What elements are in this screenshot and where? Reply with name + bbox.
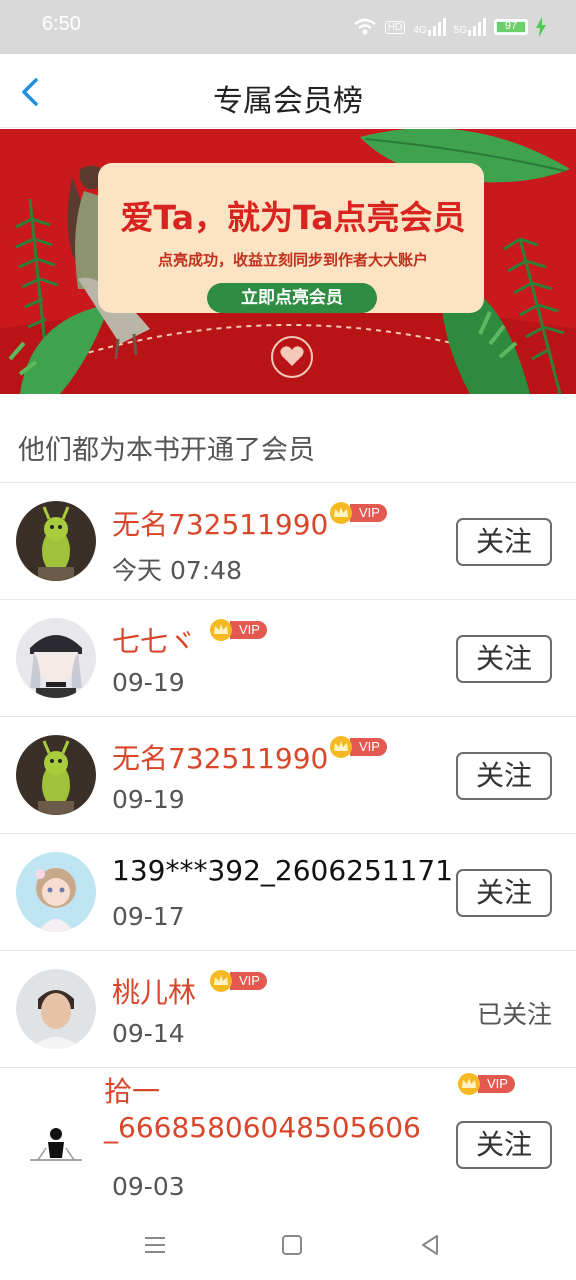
signal-5g-icon: 5G xyxy=(454,18,486,36)
page-title: 专属会员榜 xyxy=(213,84,363,119)
follow-button[interactable]: 关注 xyxy=(456,752,552,800)
menu-icon[interactable] xyxy=(140,1230,170,1260)
promo-banner[interactable]: 爱Ta，就为Ta点亮会员 点亮成功，收益立刻同步到作者大大账户 立即点亮会员 xyxy=(0,129,576,394)
heart-seal-icon xyxy=(271,336,313,378)
crown-icon xyxy=(210,970,232,992)
member-date: 09-14 xyxy=(112,1019,185,1048)
follow-button[interactable]: 关注 xyxy=(456,635,552,683)
member-name: 七七ヾ xyxy=(112,625,197,658)
follow-button[interactable]: 关注 xyxy=(456,1121,552,1169)
avatar[interactable] xyxy=(16,852,96,932)
member-name: 无名732511990 xyxy=(112,742,329,775)
wifi-icon xyxy=(354,18,376,35)
member-name: 拾一_66685806048505606 xyxy=(104,1075,421,1144)
member-date: 09-03 xyxy=(112,1172,185,1201)
follow-button[interactable]: 关注 xyxy=(456,869,552,917)
member-name: 无名732511990 xyxy=(112,508,329,541)
crown-icon xyxy=(458,1073,480,1095)
member-date: 09-19 xyxy=(112,785,185,814)
list-item[interactable]: 拾一_66685806048505606 VIP 09-03 关注 xyxy=(0,1068,576,1208)
member-list: 无名732511990 VIP 今天 07:48 关注 七七ヾ VIP 09-1… xyxy=(0,483,576,1208)
list-item[interactable]: 139***392_2606251171 09-17 关注 xyxy=(0,834,576,951)
list-item[interactable]: 桃儿林 VIP 09-14 已关注 xyxy=(0,951,576,1068)
avatar[interactable] xyxy=(16,969,96,1049)
status-time: 6:50 xyxy=(42,13,81,35)
member-name: 桃儿林 xyxy=(112,976,197,1009)
list-item[interactable]: 七七ヾ VIP 09-19 关注 xyxy=(0,600,576,717)
followed-status[interactable]: 已关注 xyxy=(477,995,552,1031)
section-heading: 他们都为本书开通了会员 xyxy=(18,435,315,466)
back-triangle-icon[interactable] xyxy=(415,1230,445,1260)
network-4g-label: 4G xyxy=(413,25,427,36)
vip-badge: VIP xyxy=(330,502,387,524)
crown-icon xyxy=(330,736,352,758)
battery-level: 97 xyxy=(504,20,518,32)
avatar[interactable] xyxy=(16,501,96,581)
vip-badge: VIP xyxy=(330,736,387,758)
banner-headline: 爱Ta，就为Ta点亮会员 xyxy=(120,198,466,237)
banner-subline: 点亮成功，收益立刻同步到作者大大账户 xyxy=(157,251,428,269)
vip-badge: VIP xyxy=(210,970,267,992)
member-date: 09-19 xyxy=(112,668,185,697)
vip-badge: VIP xyxy=(458,1073,515,1095)
status-icons: HD 4G 5G 97 xyxy=(353,14,546,40)
network-5g-label: 5G xyxy=(453,25,467,36)
charging-icon xyxy=(536,17,546,37)
nav-bar: 专属会员榜 xyxy=(0,54,576,128)
avatar[interactable] xyxy=(16,1098,96,1178)
vip-badge: VIP xyxy=(210,619,267,641)
crown-icon xyxy=(210,619,232,641)
battery-icon: 97 xyxy=(494,19,528,35)
crown-icon xyxy=(330,502,352,524)
avatar[interactable] xyxy=(16,618,96,698)
system-nav-bar xyxy=(0,1210,576,1280)
list-item[interactable]: 无名732511990 VIP 09-19 关注 xyxy=(0,717,576,834)
member-date: 09-17 xyxy=(112,902,185,931)
light-up-membership-button[interactable]: 立即点亮会员 xyxy=(207,283,377,313)
member-date: 今天 07:48 xyxy=(112,556,242,585)
follow-button[interactable]: 关注 xyxy=(456,518,552,566)
member-name: 139***392_2606251171 xyxy=(112,854,454,887)
hd-icon: HD xyxy=(384,20,406,34)
status-bar: 6:50 HD 4G 5G 97 xyxy=(0,0,576,54)
avatar[interactable] xyxy=(16,735,96,815)
signal-4g-icon: 4G xyxy=(413,18,446,36)
list-item[interactable]: 无名732511990 VIP 今天 07:48 关注 xyxy=(0,483,576,600)
home-icon[interactable] xyxy=(277,1230,307,1260)
